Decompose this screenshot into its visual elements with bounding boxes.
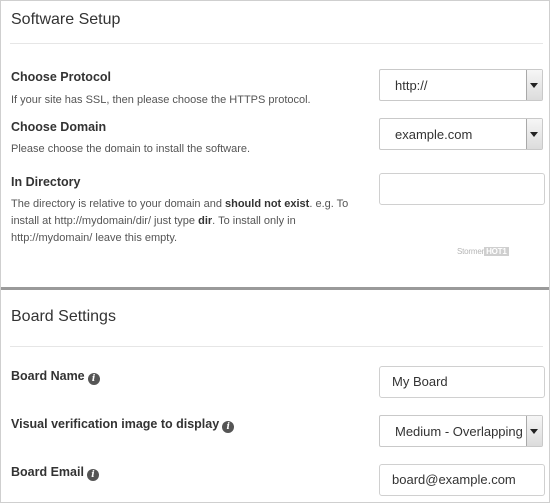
info-circle-icon[interactable]: i	[222, 421, 235, 433]
board-name-label-text: Board Name	[11, 369, 85, 383]
directory-label: In Directory	[11, 175, 81, 189]
info-circle-icon[interactable]: i	[87, 373, 100, 385]
protocol-select[interactable]: http://	[379, 69, 543, 101]
board-name-label: Board Name i	[11, 369, 100, 385]
info-circle-icon[interactable]: i	[86, 469, 99, 481]
domain-value: example.com	[395, 127, 473, 142]
verification-label: Visual verification image to display i	[11, 417, 235, 433]
chevron-down-icon[interactable]	[526, 416, 542, 446]
verification-value: Medium - Overlapping	[395, 424, 523, 439]
directory-help-text: The directory is relative to your domain…	[11, 198, 225, 210]
install-form: Software Setup Choose Protocol If your s…	[0, 0, 550, 503]
protocol-label: Choose Protocol	[11, 70, 112, 84]
verification-select[interactable]: Medium - Overlapping	[379, 415, 543, 447]
board-name-input[interactable]: My Board	[379, 366, 545, 398]
divider	[10, 346, 543, 347]
protocol-help: If your site has SSL, then please choose…	[11, 94, 311, 106]
directory-help-emphasis: should not exist	[225, 198, 310, 210]
board-email-label-text: Board Email	[11, 465, 84, 479]
software-setup-title: Software Setup	[11, 11, 121, 28]
domain-label: Choose Domain	[11, 120, 107, 134]
directory-help: The directory is relative to your domain…	[11, 196, 377, 247]
chevron-down-icon[interactable]	[526, 70, 542, 100]
watermark-badge: HOT1	[484, 247, 509, 256]
verification-label-text: Visual verification image to display	[11, 417, 220, 431]
divider	[10, 43, 543, 44]
domain-help: Please choose the domain to install the …	[11, 143, 251, 155]
directory-help-emphasis: dir	[198, 215, 213, 227]
board-settings-title: Board Settings	[11, 308, 116, 325]
watermark-text: Stormer	[457, 247, 485, 256]
chevron-down-icon[interactable]	[526, 119, 542, 149]
board-email-input[interactable]: board@example.com	[379, 464, 545, 496]
protocol-value: http://	[395, 78, 428, 93]
section-divider	[1, 287, 549, 290]
directory-input[interactable]	[379, 173, 545, 205]
domain-select[interactable]: example.com	[379, 118, 543, 150]
board-email-label: Board Email i	[11, 465, 99, 481]
watermark-logo: Stormer HOT1	[457, 247, 509, 256]
